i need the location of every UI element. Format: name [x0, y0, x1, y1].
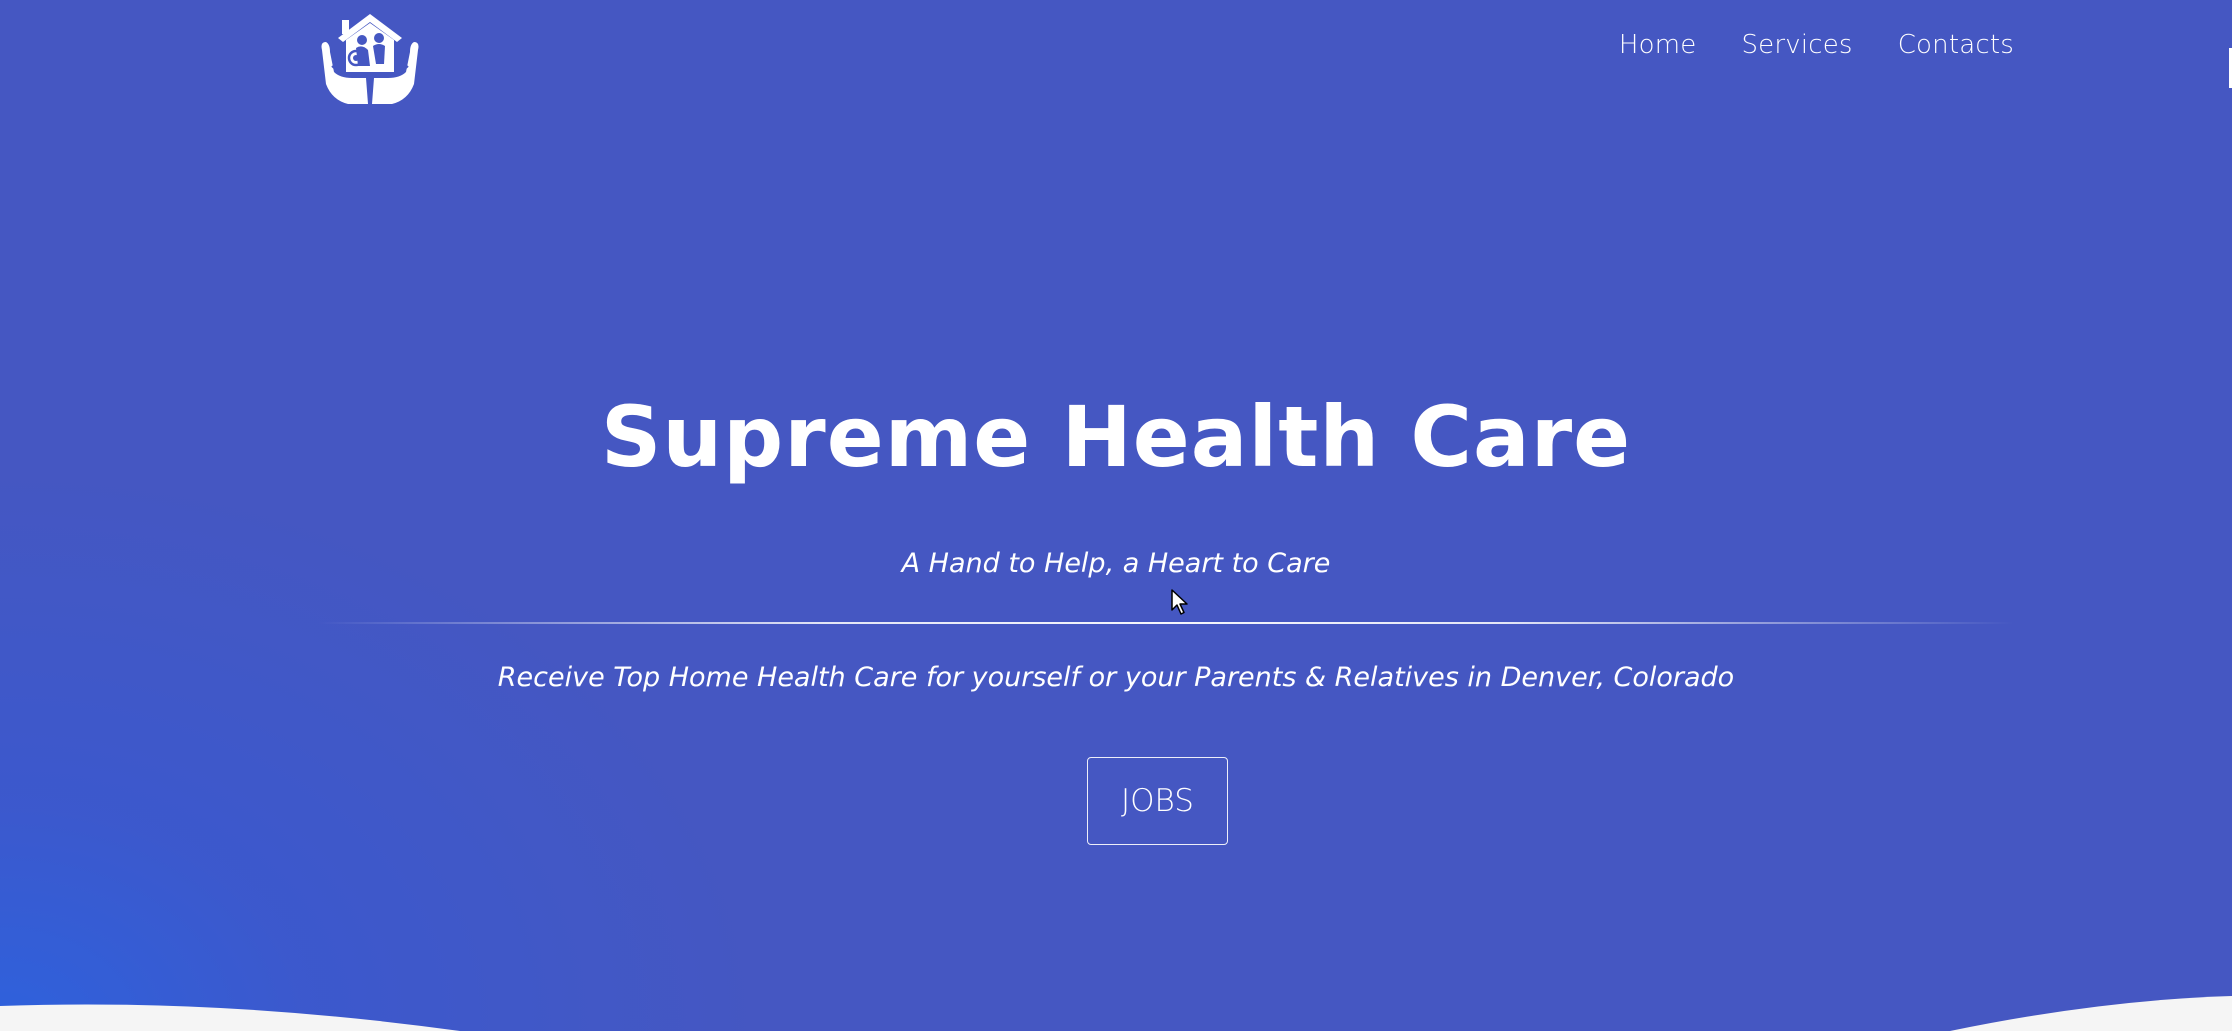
hero-divider: [318, 622, 2014, 624]
nav-item-contacts[interactable]: Contacts: [1898, 30, 2014, 60]
hands-holding-house-family-icon: [321, 14, 419, 104]
jobs-button[interactable]: JOBS: [1087, 757, 1228, 845]
nav-item-services[interactable]: Services: [1741, 30, 1852, 60]
main-nav: Home Services Contacts: [1619, 30, 2014, 60]
nav-item-home[interactable]: Home: [1619, 30, 1697, 60]
site-logo[interactable]: [318, 12, 422, 112]
bottom-wave-divider: [0, 996, 2232, 1031]
hero-section: Home Services Contacts Supreme Health Ca…: [0, 0, 2232, 1031]
mouse-cursor-icon: [1171, 589, 1188, 615]
hero-tagline: A Hand to Help, a Heart to Care: [901, 548, 1331, 579]
hero-description: Receive Top Home Health Care for yoursel…: [497, 662, 1735, 693]
hero-title: Supreme Health Care: [600, 388, 1632, 486]
